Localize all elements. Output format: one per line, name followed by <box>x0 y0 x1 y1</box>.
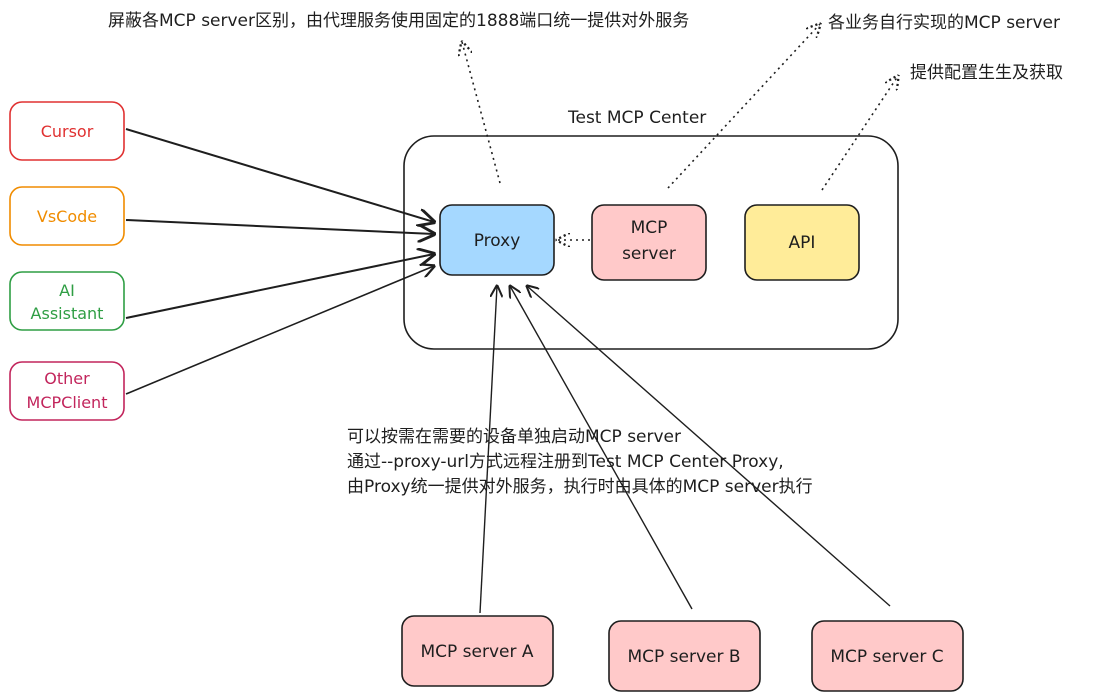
api-annotation: 提供配置生生及获取 <box>910 63 1063 83</box>
register-note-line1: 可以按需在需要的设备单独启动MCP server <box>347 427 681 447</box>
client-cursor[interactable]: Cursor <box>9 101 125 161</box>
client-other-mcpclient-label-line1: Other <box>44 369 90 388</box>
mcp-server-label-line1: MCP <box>631 218 668 238</box>
register-note-line3: 由Proxy统一提供对外服务，执行时由具体的MCP server执行 <box>347 477 813 497</box>
mcp-server-label-line2: server <box>622 244 676 264</box>
client-ai-assistant-label-line2: Assistant <box>31 304 104 323</box>
mcp-server-node[interactable]: MCP server <box>591 204 707 281</box>
mcp-server-c-node[interactable]: MCP server C <box>811 620 964 692</box>
mcp-server-b-node[interactable]: MCP server B <box>608 620 761 692</box>
api-label: API <box>789 233 816 253</box>
arrow-vscode-to-proxy <box>125 219 434 234</box>
client-vscode[interactable]: VsCode <box>9 186 125 246</box>
arrow-server-b-to-proxy <box>510 286 693 610</box>
proxy-label: Proxy <box>474 231 521 251</box>
proxy-annotation: 屏蔽各MCP server区别，由代理服务使用固定的1888端口统一提供对外服务 <box>108 10 689 31</box>
client-vscode-label: VsCode <box>37 207 97 226</box>
api-node[interactable]: API <box>744 204 860 281</box>
mcp-server-c-label: MCP server C <box>830 647 943 667</box>
arrow-mcp-server-annotation <box>667 24 820 189</box>
client-other-mcpclient[interactable]: Other MCPClient <box>9 361 125 421</box>
client-cursor-label: Cursor <box>41 122 94 141</box>
mcp-server-b-label: MCP server B <box>627 647 740 667</box>
arrow-proxy-annotation <box>462 42 501 184</box>
mcp-server-a-node[interactable]: MCP server A <box>401 615 554 687</box>
client-ai-assistant-label-line1: AI <box>59 281 75 300</box>
architecture-diagram: 屏蔽各MCP server区别，由代理服务使用固定的1888端口统一提供对外服务… <box>9 0 1063 692</box>
container-title: Test MCP Center <box>567 108 706 128</box>
arrow-api-annotation <box>821 76 898 191</box>
register-note: 可以按需在需要的设备单独启动MCP server 通过--proxy-url方式… <box>347 427 813 497</box>
mcp-server-box <box>591 204 707 281</box>
client-ai-assistant[interactable]: AI Assistant <box>9 271 125 331</box>
mcp-server-a-label: MCP server A <box>420 642 533 662</box>
register-note-line2: 通过--proxy-url方式远程注册到Test MCP Center Prox… <box>347 452 784 472</box>
arrow-server-a-to-proxy <box>479 286 497 614</box>
arrow-cursor-to-proxy <box>125 128 434 222</box>
proxy-node[interactable]: Proxy <box>439 204 555 276</box>
mcp-server-annotation: 各业务自行实现的MCP server <box>828 13 1060 33</box>
client-other-mcpclient-label-line2: MCPClient <box>27 393 108 412</box>
